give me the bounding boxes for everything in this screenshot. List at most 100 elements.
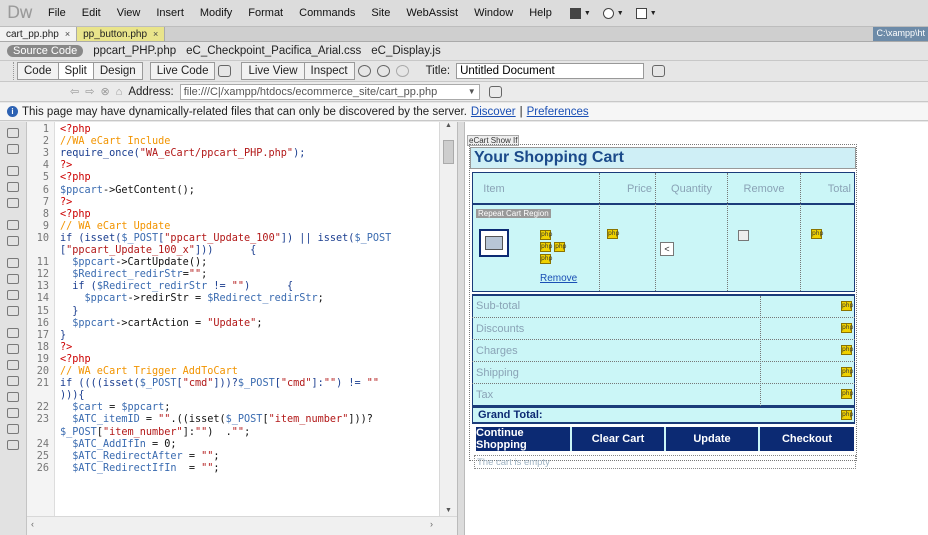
indent-code-icon[interactable]	[7, 408, 19, 418]
code-horizontal-scrollbar[interactable]: ‹ ›	[27, 516, 457, 535]
refresh-icon[interactable]	[395, 65, 409, 77]
menu-modify[interactable]: Modify	[192, 7, 240, 19]
related-file[interactable]: eC_Display.js	[371, 45, 440, 57]
php-icon[interactable]: php	[554, 242, 566, 253]
related-file[interactable]: ppcart_PHP.php	[93, 45, 176, 57]
highlight-invalid-code-icon[interactable]	[7, 274, 19, 284]
design-view[interactable]: eCart Show If Your Shopping Cart Item Pr…	[465, 122, 928, 535]
layout-icon[interactable]	[569, 7, 581, 19]
checkout-button[interactable]: Checkout	[760, 427, 854, 451]
menu-commands[interactable]: Commands	[291, 7, 363, 19]
quantity-input[interactable]: <	[660, 242, 674, 256]
product-image-icon[interactable]	[479, 229, 509, 257]
address-input[interactable]: file:///C|/xampp/htdocs/ecommerce_site/c…	[179, 83, 480, 100]
code-line[interactable]: 12 $Redirect_redirStr="";	[27, 269, 457, 281]
format-source-icon[interactable]	[7, 440, 19, 450]
wrap-tag-icon[interactable]	[7, 360, 19, 370]
code-line[interactable]: ["ppcart_Update_100_x"])) {	[27, 245, 457, 257]
code-line[interactable]: 19 <?php	[27, 354, 457, 366]
chevron-down-icon[interactable]: ▼	[617, 10, 624, 17]
php-icon[interactable]: php	[540, 242, 552, 253]
preferences-link[interactable]: Preferences	[527, 106, 589, 118]
home-icon[interactable]: ⌂	[116, 86, 123, 98]
menu-window[interactable]: Window	[466, 7, 521, 19]
code-vertical-scrollbar[interactable]: ▲ ▼	[439, 122, 457, 516]
document-title-input[interactable]	[456, 63, 645, 79]
menu-edit[interactable]: Edit	[74, 7, 109, 19]
php-icon[interactable]: php	[607, 229, 619, 239]
menu-file[interactable]: File	[40, 7, 74, 19]
code-navigator-icon[interactable]	[218, 65, 232, 77]
chevron-down-icon[interactable]: ▼	[584, 10, 591, 17]
shopping-cart-region[interactable]: Your Shopping Cart Item Price Quantity R…	[469, 144, 857, 469]
code-line[interactable]: 25 $ATC_RedirectAfter = "";	[27, 451, 457, 463]
code-line[interactable]: 13 if ($Redirect_redirStr != "") {	[27, 281, 457, 293]
recent-snippets-icon[interactable]	[7, 376, 19, 386]
browser-preview-icon[interactable]	[357, 65, 371, 77]
scroll-up-arrow[interactable]: ▲	[440, 122, 457, 129]
update-button[interactable]: Update	[666, 427, 760, 451]
remove-link[interactable]: Remove	[540, 273, 577, 284]
gear-icon[interactable]	[602, 7, 614, 19]
code-line[interactable]: ))){	[27, 390, 457, 402]
continue-shopping-button[interactable]: Continue Shopping	[476, 427, 572, 451]
collapse-selection-icon[interactable]	[7, 182, 19, 192]
select-parent-tag-icon[interactable]	[7, 220, 19, 230]
code-line[interactable]: 17}	[27, 330, 457, 342]
clear-cart-button[interactable]: Clear Cart	[572, 427, 666, 451]
inspect-button[interactable]: Inspect	[303, 62, 355, 80]
php-icon[interactable]: php	[841, 323, 853, 333]
code-line[interactable]: 26 $ATC_RedirectIfIn = "";	[27, 463, 457, 475]
file-management-icon[interactable]	[652, 65, 666, 77]
code-line[interactable]: 3 require_once("WA_eCart/ppcart_PHP.php")…	[27, 148, 457, 160]
remove-checkbox[interactable]	[738, 230, 749, 241]
close-icon[interactable]: ×	[65, 29, 70, 39]
check-page-icon[interactable]	[376, 65, 390, 77]
php-icon[interactable]: php	[841, 389, 853, 399]
php-icon[interactable]: php	[540, 230, 552, 241]
balance-braces-icon[interactable]	[7, 236, 19, 246]
remove-comment-icon[interactable]	[7, 344, 19, 354]
live-code-button[interactable]: Live Code	[149, 62, 216, 80]
forward-arrow-icon[interactable]: ⇨	[85, 85, 94, 98]
code-line[interactable]: 10 if (isset($_POST["ppcart_Update_100"])…	[27, 233, 457, 245]
php-icon[interactable]: php	[841, 410, 853, 420]
code-line[interactable]: 7 ?>	[27, 197, 457, 209]
code-line[interactable]: 9 // WA eCart Update	[27, 221, 457, 233]
chevron-down-icon[interactable]: ▼	[650, 10, 657, 17]
split-divider[interactable]	[457, 122, 465, 535]
discover-link[interactable]: Discover	[471, 106, 516, 118]
chevron-down-icon[interactable]: ▼	[468, 87, 476, 96]
php-icon[interactable]: php	[841, 345, 853, 355]
apply-comment-icon[interactable]	[7, 328, 19, 338]
php-icon[interactable]: php	[841, 301, 853, 311]
code-line[interactable]: 20 // WA eCart Trigger AddToCart	[27, 366, 457, 378]
code-line[interactable]: 16 $ppcart->cartAction = "Update";	[27, 318, 457, 330]
code-line[interactable]: 6 $ppcart->GetContent();	[27, 185, 457, 197]
collapse-tag-icon[interactable]	[7, 166, 19, 176]
code-editor[interactable]: 1 <?php 2//WA eCart Include 3 require_once("…	[27, 122, 457, 516]
expand-all-icon[interactable]	[7, 198, 19, 208]
code-view-button[interactable]: Code	[17, 62, 59, 80]
menu-view[interactable]: View	[109, 7, 149, 19]
menu-webassist[interactable]: WebAssist	[398, 7, 466, 19]
tab-cart-pp[interactable]: cart_pp.php ×	[0, 27, 78, 41]
menu-site[interactable]: Site	[363, 7, 398, 19]
stop-icon[interactable]: ⊗	[100, 85, 109, 98]
php-icon[interactable]: php	[841, 367, 853, 377]
word-wrap-icon[interactable]	[7, 306, 19, 316]
menu-insert[interactable]: Insert	[148, 7, 192, 19]
tab-pp-button[interactable]: pp_button.php ×	[77, 27, 166, 41]
scroll-left-arrow[interactable]: ‹	[31, 519, 34, 529]
code-line[interactable]: 11 $ppcart->CartUpdate();	[27, 257, 457, 269]
code-line[interactable]: 22 $cart = $ppcart;	[27, 402, 457, 414]
code-line[interactable]: 14 $ppcart->redirStr = $Redirect_redirSt…	[27, 293, 457, 305]
open-documents-icon[interactable]	[7, 128, 19, 138]
design-view-button[interactable]: Design	[92, 62, 143, 80]
show-code-navigator-icon[interactable]	[7, 144, 19, 154]
code-line[interactable]: 8 <?php	[27, 209, 457, 221]
php-icon[interactable]: php	[811, 229, 823, 239]
menu-format[interactable]: Format	[240, 7, 291, 19]
line-numbers-icon[interactable]	[7, 258, 19, 268]
back-arrow-icon[interactable]: ⇦	[70, 85, 79, 98]
